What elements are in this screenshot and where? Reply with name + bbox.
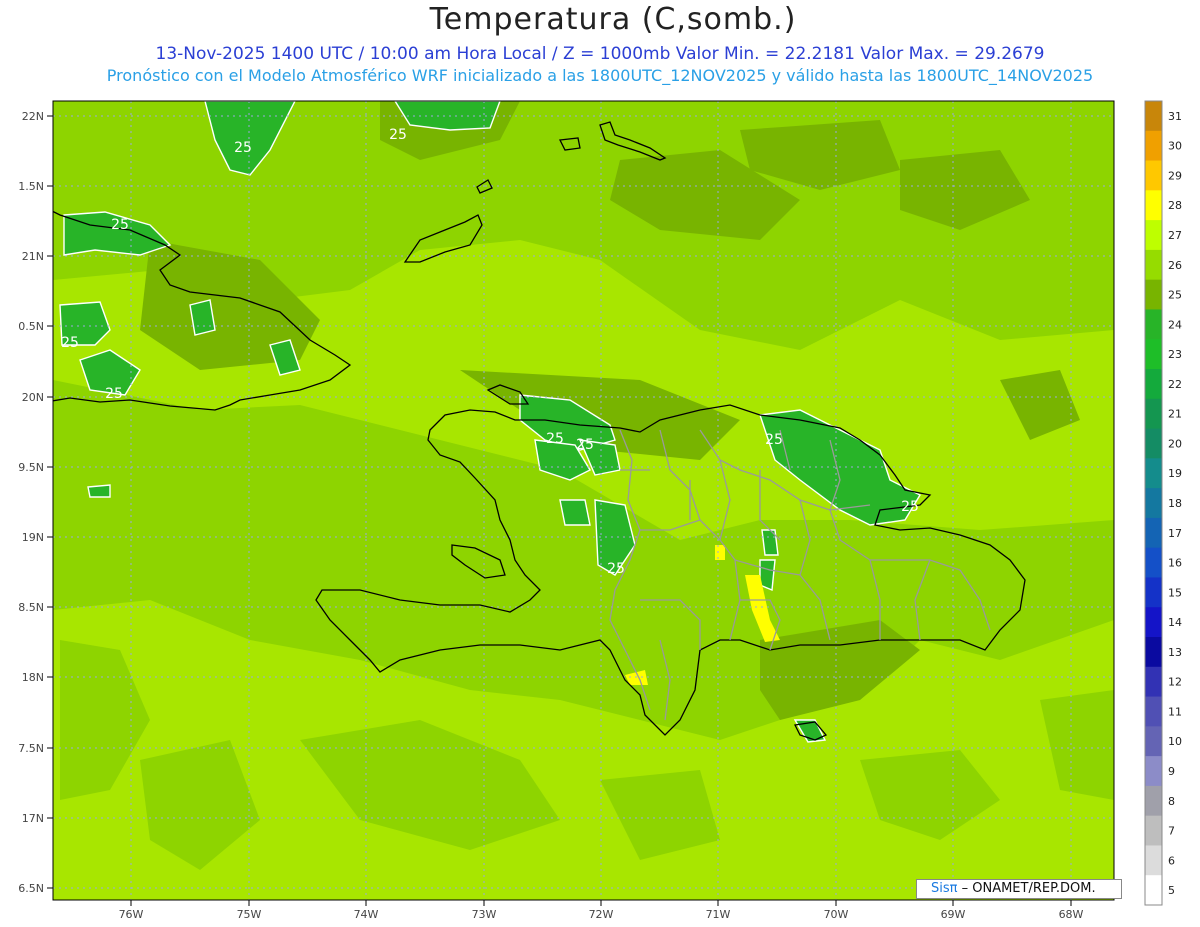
contour-label: 25 [576, 437, 594, 453]
colorbar-swatch [1145, 249, 1162, 281]
colorbar-label: 9 [1168, 765, 1175, 778]
lat-label: 9.5N [18, 461, 44, 474]
colorbar-label: 22 [1168, 378, 1182, 391]
colorbar-swatch [1145, 547, 1162, 578]
lon-label: 68W [1059, 908, 1084, 921]
colorbar-label: 21 [1168, 408, 1182, 421]
lon-label: 72W [589, 908, 614, 921]
colorbar-swatch [1145, 101, 1162, 132]
page-title: Temperatura (C,somb.) [429, 2, 797, 37]
colorbar-swatch [1145, 220, 1162, 251]
lat-label: 17N [22, 812, 44, 825]
colorbar-swatch [1145, 428, 1162, 459]
lat-label: 1.5N [18, 180, 44, 193]
lat-label: 18N [22, 671, 44, 684]
colorbar-label: 25 [1168, 289, 1182, 302]
lon-label: 76W [119, 908, 144, 921]
colorbar-label: 10 [1168, 735, 1182, 748]
lon-label: 73W [472, 908, 497, 921]
contour-label: 25 [111, 217, 129, 233]
colorbar-swatch [1145, 488, 1162, 519]
subtitle-model-info: Pronóstico con el Modelo Atmosférico WRF… [106, 66, 1094, 85]
colorbar-label: 8 [1168, 795, 1175, 808]
colorbar-label: 20 [1168, 437, 1182, 450]
colorbar-label: 13 [1168, 646, 1182, 659]
colorbar-swatch [1145, 815, 1162, 846]
colorbar-swatch [1145, 696, 1162, 727]
colorbar-swatch [1145, 756, 1162, 787]
colorbar-swatch [1145, 339, 1162, 370]
colorbar-swatch [1145, 607, 1162, 638]
lon-label: 69W [941, 908, 966, 921]
colorbar-swatch [1145, 369, 1162, 400]
contour-label: 25 [61, 335, 79, 351]
colorbar-swatch [1145, 577, 1162, 608]
sis-logo: Sisπ [931, 881, 958, 896]
contour-label: 25 [234, 140, 252, 156]
temperature-map: 22N 1.5N 21N 0.5N 20N 9.5N 19N 8.5N 18N … [18, 100, 1182, 921]
colorbar-label: 14 [1168, 616, 1182, 629]
lat-label: 20N [22, 391, 44, 404]
lon-label: 75W [237, 908, 262, 921]
colorbar-label: 26 [1168, 259, 1182, 272]
colorbar-label: 16 [1168, 557, 1182, 570]
colorbar-label: 7 [1168, 825, 1175, 838]
credit-text: – ONAMET/REP.DOM. [957, 881, 1096, 896]
colorbar-label: 31 [1168, 110, 1182, 123]
colorbar-label: 23 [1168, 348, 1182, 361]
colorbar-label: 12 [1168, 676, 1182, 689]
contour-label: 25 [765, 432, 783, 448]
colorbar-swatch [1145, 637, 1162, 668]
colorbar-swatch [1145, 845, 1162, 876]
lat-label: 0.5N [18, 320, 44, 333]
contour-label: 25 [546, 431, 564, 447]
credit-box: Sisπ – ONAMET/REP.DOM. [916, 879, 1122, 899]
lat-label: 7.5N [18, 742, 44, 755]
lat-label: 8.5N [18, 601, 44, 614]
contour-label: 25 [389, 127, 407, 143]
colorbar-label: 28 [1168, 199, 1182, 212]
colorbar-swatch [1145, 875, 1162, 906]
colorbar-label: 30 [1168, 140, 1182, 153]
colorbar-label: 19 [1168, 467, 1182, 480]
lat-labels: 22N 1.5N 21N 0.5N 20N 9.5N 19N 8.5N 18N … [18, 110, 44, 895]
contour-label: 25 [105, 386, 123, 402]
colorbar-label: 15 [1168, 586, 1182, 599]
contour-label: 25 [607, 561, 625, 577]
colorbar-label: 18 [1168, 497, 1182, 510]
subtitle-valid-time: 13-Nov-2025 1400 UTC / 10:00 am Hora Loc… [155, 44, 1045, 64]
colorbar-swatch [1145, 666, 1162, 698]
lon-label: 70W [824, 908, 849, 921]
colorbar-swatch [1145, 130, 1162, 162]
colorbar-label: 11 [1168, 705, 1182, 718]
colorbar-swatch [1145, 160, 1162, 191]
colorbar: 31 30 29 28 27 26 25 24 23 22 21 20 19 18 17 16 15 14 13 12… [1144, 100, 1182, 906]
colorbar-swatch [1145, 309, 1162, 340]
colorbar-label: 27 [1168, 229, 1182, 242]
colorbar-swatch [1145, 517, 1162, 549]
lat-label: 21N [22, 250, 44, 263]
temperature-field [53, 101, 1114, 900]
lon-label: 74W [354, 908, 379, 921]
colorbar-label: 29 [1168, 169, 1182, 182]
colorbar-swatch [1145, 726, 1162, 757]
lat-label: 19N [22, 531, 44, 544]
colorbar-label: 24 [1168, 318, 1182, 331]
lat-label: 22N [22, 110, 44, 123]
colorbar-label: 5 [1168, 884, 1175, 897]
colorbar-swatch [1145, 398, 1162, 430]
colorbar-swatch [1145, 279, 1162, 310]
lon-label: 71W [706, 908, 731, 921]
lon-labels: 76W 75W 74W 73W 72W 71W 70W 69W 68W [119, 908, 1084, 921]
colorbar-label: 6 [1168, 854, 1175, 867]
contour-label: 25 [901, 499, 919, 515]
colorbar-label: 17 [1168, 527, 1182, 540]
colorbar-swatch [1145, 458, 1162, 489]
colorbar-swatch [1145, 785, 1162, 817]
lat-label: 6.5N [18, 882, 44, 895]
colorbar-swatch [1145, 190, 1162, 221]
